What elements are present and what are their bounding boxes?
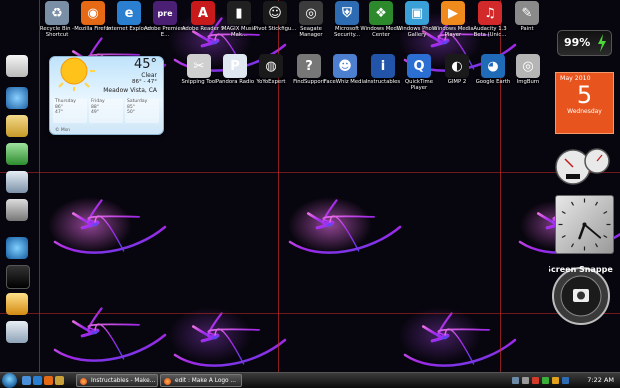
dock-folder-icon[interactable]	[6, 115, 28, 137]
weather-gadget[interactable]: 45° Clear 86° - 47° Meadow Vista, CA Thu…	[49, 56, 164, 135]
task-label: edit : Make A Logo ...	[175, 378, 236, 384]
dock-media-icon[interactable]	[6, 265, 30, 289]
find-support-icon: ?	[297, 54, 321, 78]
task-instructables[interactable]: Instructables - Make...	[76, 374, 158, 387]
taskbar-clock[interactable]: 7:22 AM	[587, 374, 614, 387]
weather-temperature: 45°	[133, 57, 157, 72]
calendar-weekday: Wednesday	[567, 108, 602, 115]
photo-gallery-icon: ▣	[405, 1, 429, 25]
forecast-day: Saturday 85° 50°	[125, 99, 159, 123]
dock-folder-green-icon[interactable]	[6, 143, 28, 165]
dock-tools-icon[interactable]	[6, 199, 28, 221]
tray-network-icon[interactable]	[512, 377, 519, 384]
screen-snapper-gadget[interactable]: Screen Snapper	[549, 262, 613, 326]
pandora-icon: P	[223, 54, 247, 78]
google-earth-icon: ◕	[481, 54, 505, 78]
quicklaunch-folder-icon[interactable]	[55, 376, 64, 385]
cpu-meter-gadget[interactable]	[555, 147, 612, 187]
snipping-tool-icon: ✂	[187, 54, 211, 78]
desktop-icon-label: ImgBurn	[516, 79, 540, 85]
desktop-icon-label: Paint	[520, 26, 534, 32]
quicktime-icon: Q	[407, 54, 431, 78]
facewhiz-icon: ☻	[333, 54, 357, 78]
weather-source: © Msn	[55, 128, 71, 133]
firefox-icon	[164, 378, 171, 385]
desktop-icon[interactable]: ✎ Paint	[504, 1, 550, 32]
tray-update-icon[interactable]	[552, 377, 559, 384]
clock-face-icon	[558, 198, 611, 251]
weather-condition: Clear	[141, 72, 157, 79]
tray-app-icon[interactable]	[562, 377, 569, 384]
media-player-icon: ▶	[441, 1, 465, 25]
forecast-day: Friday 88° 49°	[89, 99, 123, 123]
clock-gadget[interactable]	[555, 195, 614, 254]
start-button[interactable]	[2, 373, 17, 388]
dock-notepad-icon[interactable]	[6, 55, 28, 77]
sun-icon	[58, 57, 95, 91]
dock-globe-icon[interactable]	[6, 87, 28, 109]
task-label: Instructables - Make...	[91, 378, 156, 384]
calendar-gadget[interactable]: May 2010 5 Wednesday	[555, 72, 614, 134]
paint-icon: ✎	[515, 1, 539, 25]
media-center-icon: ❖	[369, 1, 393, 25]
lightning-icon	[598, 34, 606, 52]
instructables-icon: i	[371, 54, 395, 78]
internet-explorer-icon: e	[117, 1, 141, 25]
battery-gadget[interactable]: 99%	[557, 30, 612, 56]
tray-security-icon[interactable]	[532, 377, 539, 384]
quicklaunch-firefox-icon[interactable]	[44, 376, 53, 385]
recycle-bin-icon: ♻	[45, 1, 69, 25]
firefox-icon: ◉	[81, 1, 105, 25]
desktop-icon[interactable]: ◎ ImgBurn	[505, 54, 551, 85]
dock-earth-icon[interactable]	[6, 237, 28, 259]
firefox-icon	[80, 378, 87, 385]
yoyo-icon: ◍	[259, 54, 283, 78]
pivot-icon: ☺	[263, 1, 287, 25]
audacity-icon: ♫	[478, 1, 502, 25]
weather-range: 86° - 47°	[132, 79, 157, 85]
magix-icon: ▮	[227, 1, 251, 25]
tray-power-icon[interactable]	[542, 377, 549, 384]
task-edit-logo[interactable]: edit : Make A Logo ...	[160, 374, 242, 387]
calendar-day: 5	[576, 81, 593, 109]
dock-recycle-icon[interactable]	[6, 321, 28, 343]
seagate-icon: ◎	[299, 1, 323, 25]
tray-volume-icon[interactable]	[522, 377, 529, 384]
adobe-reader-icon: A	[191, 1, 215, 25]
dock-search-icon[interactable]	[6, 171, 28, 193]
taskbar: Instructables - Make... edit : Make A Lo…	[0, 372, 620, 388]
desktop: ♻ Recycle Bin - Shortcut ◉ Mozilla Firefox e…	[0, 0, 620, 372]
quicklaunch-desktop-icon[interactable]	[22, 376, 31, 385]
screen-snapper-title: Screen Snapper	[549, 265, 613, 274]
dock-paint-icon[interactable]	[6, 293, 28, 315]
premiere-icon: pre	[153, 1, 177, 25]
gimp-icon: ◐	[445, 54, 469, 78]
battery-percent: 99%	[564, 36, 591, 49]
forecast-day: Thursday 86° 47°	[53, 99, 87, 123]
weather-location: Meadow Vista, CA	[103, 87, 157, 94]
imgburn-icon: ◎	[516, 54, 540, 78]
security-icon: ⛨	[335, 1, 359, 25]
quicklaunch-ie-icon[interactable]	[33, 376, 42, 385]
